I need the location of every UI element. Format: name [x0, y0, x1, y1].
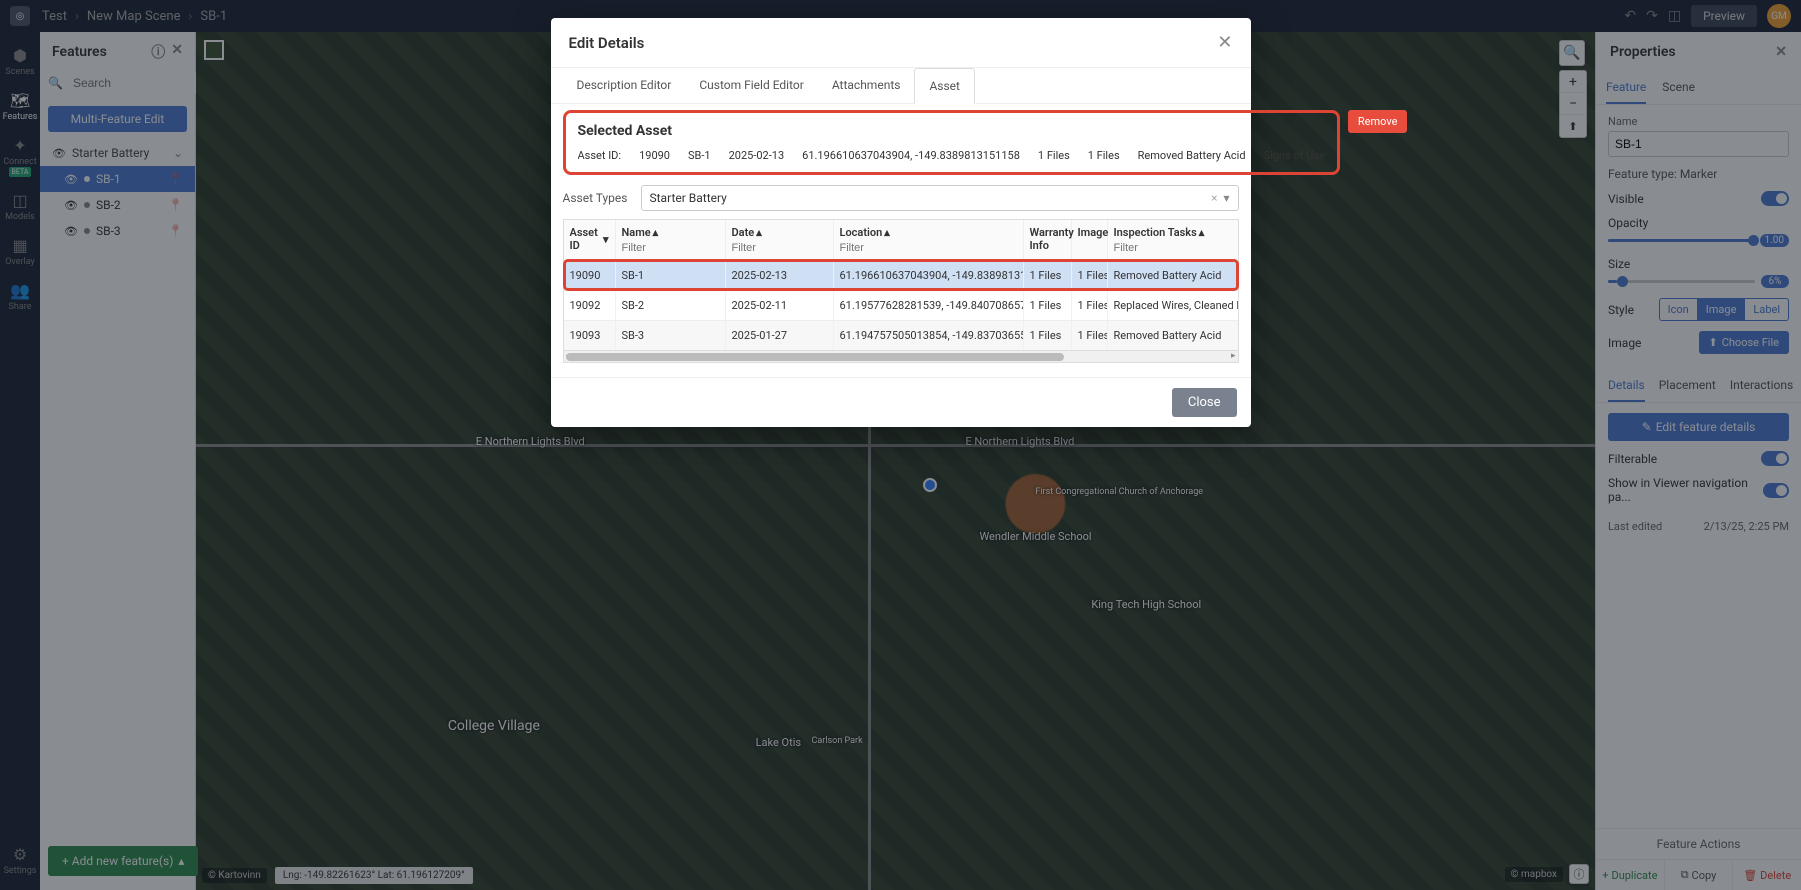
col-location[interactable]: Location ▴	[840, 226, 1017, 239]
selected-asset-heading: Selected Asset	[578, 123, 1325, 139]
col-name[interactable]: Name ▴	[622, 226, 719, 239]
col-asset-id[interactable]: Asset ID ▾	[570, 226, 609, 252]
table-row[interactable]: 19092 SB-2 2025-02-11 61.19577628281539,…	[564, 290, 1238, 320]
remove-button[interactable]: Remove	[1348, 110, 1408, 133]
asset-id-label: Asset ID:	[578, 149, 622, 162]
asset-extras-value: Signs of Use	[1264, 149, 1325, 162]
tab-description-editor[interactable]: Description Editor	[563, 68, 686, 103]
asset-location-value: 61.196610637043904, -149.8389813151158	[802, 149, 1020, 162]
asset-types-label: Asset Types	[563, 191, 633, 205]
close-button[interactable]: Close	[1172, 388, 1237, 417]
filter-tasks[interactable]	[1114, 242, 1232, 254]
col-warranty[interactable]: Warranty Info	[1030, 226, 1065, 252]
chevron-down-icon[interactable]: ▾	[1223, 191, 1229, 205]
filter-location[interactable]	[840, 242, 1017, 254]
tab-asset[interactable]: Asset	[914, 68, 975, 104]
asset-name-value: SB-1	[688, 149, 711, 162]
selected-asset-box: Selected Asset Asset ID: 19090 SB-1 2025…	[563, 110, 1340, 175]
filter-date[interactable]	[732, 242, 827, 254]
scroll-thumb[interactable]	[566, 353, 1065, 361]
tab-attachments[interactable]: Attachments	[818, 68, 915, 103]
edit-details-modal: Edit Details ✕ Description Editor Custom…	[551, 18, 1251, 427]
modal-title: Edit Details	[569, 34, 645, 52]
asset-date-value: 2025-02-13	[729, 149, 785, 162]
asset-tasks-value: Removed Battery Acid	[1138, 149, 1246, 162]
close-icon[interactable]: ✕	[1217, 32, 1232, 53]
clear-icon[interactable]: ×	[1211, 191, 1217, 205]
filter-name[interactable]	[622, 242, 719, 254]
tab-custom-field-editor[interactable]: Custom Field Editor	[685, 68, 817, 103]
col-date[interactable]: Date ▴	[732, 226, 827, 239]
horizontal-scrollbar[interactable]: ◂ ▸	[564, 350, 1238, 362]
asset-table: Asset ID ▾ Name ▴ Date ▴ Location ▴ Warr…	[563, 219, 1239, 363]
col-inspection-tasks[interactable]: Inspection Tasks ▴	[1114, 226, 1232, 239]
asset-warranty-value: 1 Files	[1038, 149, 1070, 162]
table-row[interactable]: 19090 SB-1 2025-02-13 61.196610637043904…	[564, 260, 1238, 290]
scroll-right-icon[interactable]: ▸	[1229, 351, 1238, 361]
table-row[interactable]: 19093 SB-3 2025-01-27 61.194757505013854…	[564, 320, 1238, 350]
asset-id-value: 19090	[639, 149, 670, 162]
asset-types-select[interactable]: Starter Battery × ▾	[641, 185, 1239, 211]
col-image[interactable]: Image	[1078, 226, 1101, 239]
asset-image-value: 1 Files	[1088, 149, 1120, 162]
